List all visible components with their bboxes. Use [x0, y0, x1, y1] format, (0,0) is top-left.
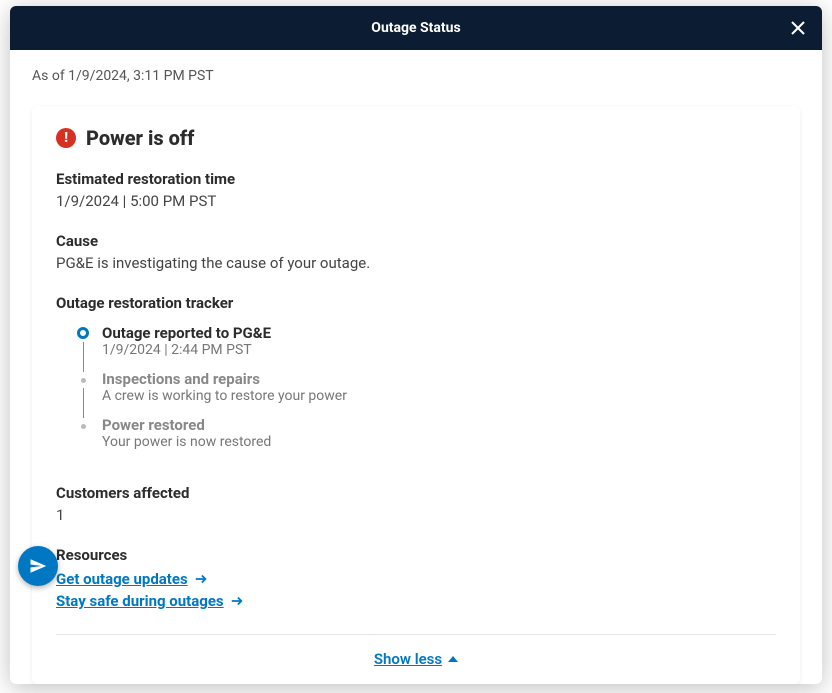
step-dot-active-icon [77, 327, 89, 339]
status-card: ! Power is off Estimated restoration tim… [32, 106, 800, 684]
arrow-right-icon [194, 572, 208, 586]
tracker-step-inspections: Inspections and repairs A crew is workin… [78, 370, 776, 416]
tracker-step-restored: Power restored Your power is now restore… [78, 416, 776, 462]
tracker-label: Outage restoration tracker [56, 294, 776, 312]
resource-link-safety[interactable]: Stay safe during outages [56, 592, 224, 610]
paper-plane-icon [29, 557, 47, 575]
resource-link-updates[interactable]: Get outage updates [56, 570, 188, 588]
tracker-step-reported: Outage reported to PG&E 1/9/2024 | 2:44 … [78, 324, 776, 370]
cause-label: Cause [56, 232, 776, 250]
modal-title: Outage Status [371, 20, 460, 36]
resources-label: Resources [56, 546, 776, 564]
alert-icon: ! [56, 128, 76, 148]
step-title: Power restored [102, 416, 776, 434]
as-of-timestamp: As of 1/9/2024, 3:11 PM PST [10, 50, 822, 96]
ert-label: Estimated restoration time [56, 170, 776, 188]
collapse-divider: Show less [56, 634, 776, 668]
status-title: Power is off [86, 126, 194, 150]
step-subtitle: A crew is working to restore your power [102, 388, 776, 404]
cause-value: PG&E is investigating the cause of your … [56, 254, 776, 272]
show-less-button[interactable]: Show less [374, 650, 458, 668]
show-less-label: Show less [374, 650, 442, 668]
resource-link-row: Stay safe during outages [56, 592, 776, 610]
modal-header: Outage Status [10, 6, 822, 50]
send-fab-button[interactable] [18, 546, 58, 586]
resource-link-row: Get outage updates [56, 570, 776, 588]
arrow-right-icon [230, 594, 244, 608]
step-subtitle: 1/9/2024 | 2:44 PM PST [102, 342, 776, 358]
customers-value: 1 [56, 506, 776, 524]
customers-label: Customers affected [56, 484, 776, 502]
tracker: Outage reported to PG&E 1/9/2024 | 2:44 … [56, 324, 776, 462]
step-title: Inspections and repairs [102, 370, 776, 388]
step-connector [83, 342, 84, 372]
step-title: Outage reported to PG&E [102, 324, 776, 342]
step-dot-inactive-icon [81, 378, 86, 383]
close-icon [790, 20, 806, 36]
resources-section: Resources Get outage updates Stay safe d… [56, 546, 776, 610]
caret-up-icon [448, 656, 458, 662]
step-connector [83, 388, 84, 418]
step-dot-inactive-icon [81, 424, 86, 429]
outage-status-modal: Outage Status As of 1/9/2024, 3:11 PM PS… [10, 6, 822, 684]
step-subtitle: Your power is now restored [102, 434, 776, 450]
status-row: ! Power is off [56, 126, 776, 150]
close-button[interactable] [786, 16, 810, 40]
ert-value: 1/9/2024 | 5:00 PM PST [56, 192, 776, 210]
